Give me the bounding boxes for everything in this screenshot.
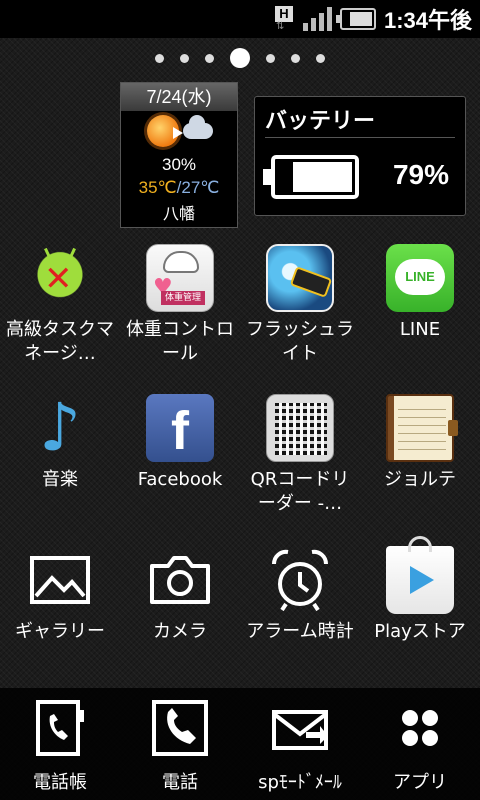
app-label: Facebook — [137, 469, 223, 490]
camera-icon — [146, 546, 214, 614]
weight-control-badge: 体重管理 — [161, 291, 205, 305]
page-dot — [316, 53, 325, 63]
dock-contacts[interactable]: 電話帳 — [0, 688, 120, 800]
page-dot — [180, 53, 189, 63]
dock-phone[interactable]: 電話 — [120, 688, 240, 800]
page-dot-active — [230, 48, 250, 68]
dock-apps[interactable]: アプリ — [360, 688, 480, 800]
music-icon: ♪ — [38, 389, 82, 466]
task-manager-icon: ✕ — [26, 244, 94, 312]
app-drawer-icon — [390, 698, 450, 758]
facebook-icon: f — [146, 394, 214, 462]
battery-icon — [335, 8, 376, 30]
phone-icon — [150, 698, 210, 758]
app-label: アラーム時計 — [246, 621, 354, 642]
weather-date: 7/24(水) — [121, 83, 237, 111]
status-bar[interactable]: H ⇅ 1:34午後 — [0, 0, 480, 38]
app-qr-reader[interactable]: QRコードリーダー -… — [240, 394, 360, 516]
dock-label: 電話帳 — [33, 772, 87, 793]
line-icon: LINE — [386, 244, 454, 312]
contacts-icon — [30, 698, 90, 758]
dock-label: spﾓｰﾄﾞﾒｰﾙ — [258, 772, 342, 793]
qr-reader-icon — [266, 394, 334, 462]
mail-icon — [270, 698, 330, 758]
app-label: Playストア — [374, 621, 466, 642]
dock-label: 電話 — [162, 772, 198, 793]
weather-condition — [121, 111, 237, 155]
battery-widget[interactable]: バッテリー 79% — [254, 96, 466, 216]
precipitation-chance: 30% — [161, 155, 197, 174]
signal-strength-icon — [302, 7, 332, 31]
gallery-icon — [26, 546, 94, 614]
weather-widget[interactable]: 7/24(水) 30% 35℃/27℃ 八幡 — [120, 82, 238, 228]
dock: 電話帳 電話 spﾓｰﾄﾞﾒｰﾙ アプリ — [0, 688, 480, 800]
page-dot — [205, 53, 214, 63]
battery-level-icon — [263, 155, 359, 199]
app-flashlight[interactable]: フラッシュライト — [240, 244, 360, 366]
clock: 1:34午後 — [383, 8, 472, 33]
app-music[interactable]: ♪ 音楽 — [0, 394, 120, 492]
app-play-store[interactable]: Playストア — [360, 536, 480, 644]
page-dot — [155, 53, 164, 63]
network-type-icon: H ⇅ — [273, 4, 295, 34]
weight-control-icon: ♥ 体重管理 — [146, 244, 214, 312]
app-task-manager[interactable]: ✕ 高級タスクマネージ… — [0, 244, 120, 366]
app-label: LINE — [399, 319, 441, 340]
app-alarm-clock[interactable]: アラーム時計 — [240, 546, 360, 644]
page-indicator — [0, 46, 480, 70]
low-temperature: 27℃ — [181, 178, 220, 197]
arrow-right-icon — [173, 127, 183, 139]
app-label: 体重コントロール — [126, 319, 234, 364]
jorte-icon — [386, 394, 458, 462]
dock-label: アプリ — [393, 772, 447, 793]
divider — [265, 137, 455, 138]
line-icon-text: LINE — [395, 259, 445, 295]
high-temperature: 35℃ — [138, 178, 177, 197]
app-camera[interactable]: カメラ — [120, 546, 240, 644]
app-label: ジョルテ — [384, 469, 456, 490]
app-label: QRコードリーダー -… — [250, 469, 350, 514]
app-label: ギャラリー — [15, 621, 105, 642]
flashlight-icon — [266, 244, 334, 312]
app-label: 高級タスクマネージ… — [6, 319, 114, 364]
alarm-clock-icon — [266, 546, 334, 614]
app-jorte[interactable]: ジョルテ — [360, 394, 480, 492]
app-weight-control[interactable]: ♥ 体重管理 体重コントロール — [120, 244, 240, 366]
app-facebook[interactable]: f Facebook — [120, 394, 240, 492]
dock-mail[interactable]: spﾓｰﾄﾞﾒｰﾙ — [240, 688, 360, 800]
cloud-icon — [183, 115, 213, 139]
app-line[interactable]: LINE LINE — [360, 244, 480, 342]
page-dot — [291, 53, 300, 63]
battery-widget-title: バッテリー — [265, 109, 376, 134]
weather-location: 八幡 — [162, 204, 195, 223]
page-dot — [266, 53, 275, 63]
temperature-range: 35℃/27℃ — [121, 178, 237, 198]
app-gallery[interactable]: ギャラリー — [0, 546, 120, 644]
app-label: 音楽 — [42, 469, 78, 490]
app-label: カメラ — [153, 621, 207, 642]
play-store-icon — [386, 536, 454, 614]
battery-percent: 79% — [392, 159, 449, 190]
app-label: フラッシュライト — [246, 319, 354, 364]
